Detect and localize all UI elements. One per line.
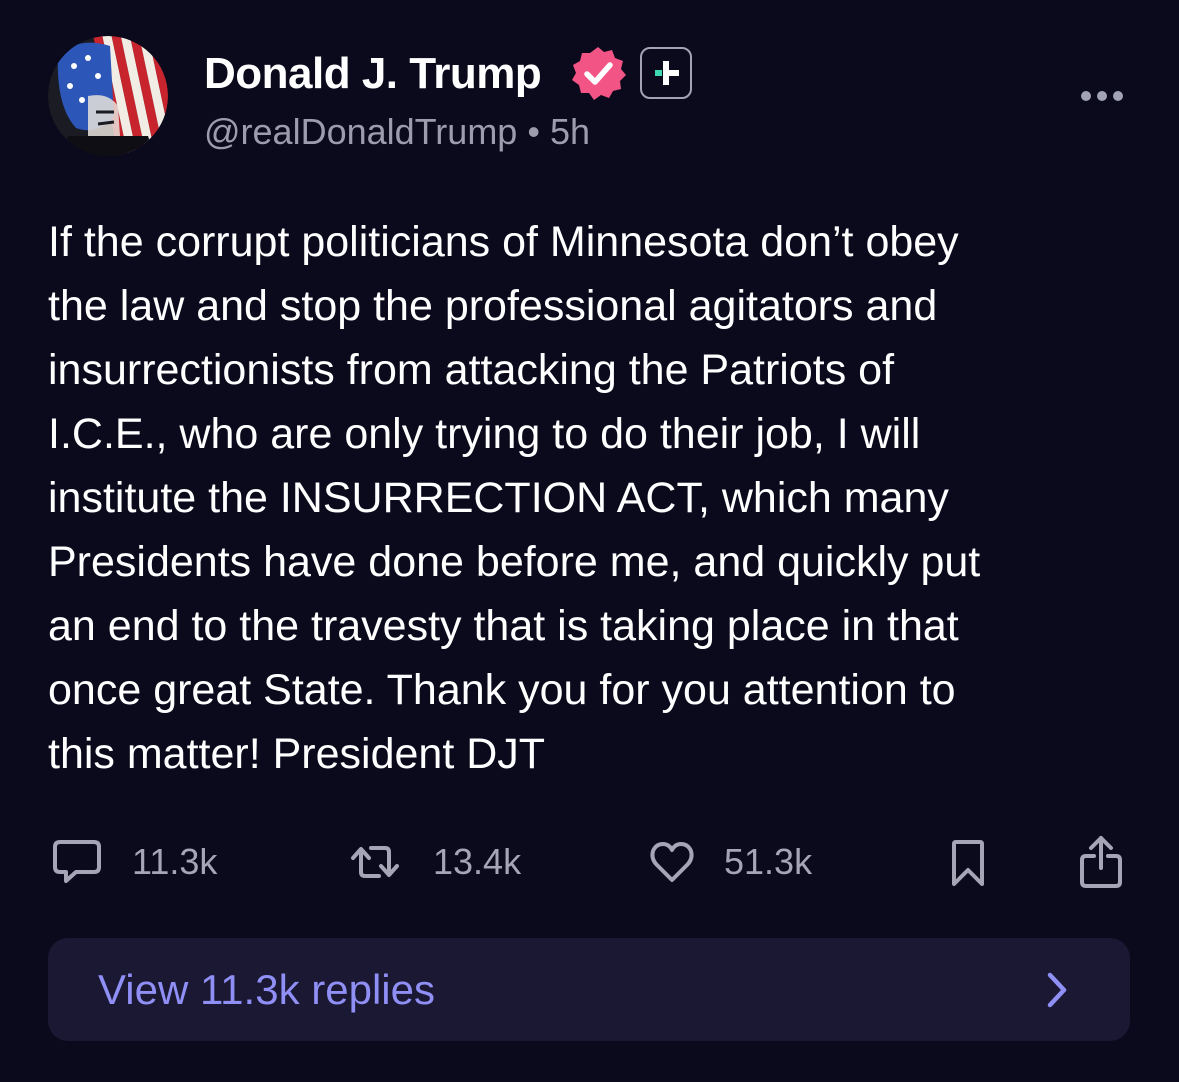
bookmark-button[interactable]: [944, 832, 992, 892]
reply-button[interactable]: 11.3k: [50, 832, 217, 892]
plus-badge-icon: [640, 47, 692, 99]
view-replies-label: View 11.3k replies: [98, 966, 435, 1013]
bookmark-icon: [952, 840, 984, 886]
reply-count: 11.3k: [132, 841, 218, 882]
more-options-button[interactable]: [1076, 84, 1128, 108]
share-button[interactable]: [1076, 832, 1126, 892]
verified-check-icon: [569, 44, 627, 102]
separator-dot: •: [527, 111, 540, 152]
share-icon: [1080, 836, 1122, 888]
repost-button[interactable]: 13.4k: [345, 832, 521, 892]
reply-icon: [53, 840, 101, 883]
repost-icon: [351, 846, 399, 878]
repost-count: 13.4k: [433, 841, 522, 882]
display-name[interactable]: Donald J. Trump: [204, 48, 542, 100]
like-count: 51.3k: [724, 841, 813, 882]
avatar[interactable]: [48, 36, 168, 156]
ellipsis-icon: [1081, 91, 1123, 101]
handle-row: @realDonaldTrump • 5h: [204, 110, 590, 154]
like-button[interactable]: 51.3k: [648, 832, 812, 892]
user-handle[interactable]: @realDonaldTrump: [204, 111, 517, 152]
post-text: If the corrupt politicians of Minnesota …: [48, 218, 981, 778]
view-replies-button[interactable]: View 11.3k replies: [48, 938, 1130, 1041]
chevron-right-icon: [1047, 972, 1067, 1008]
post-timestamp[interactable]: 5h: [550, 111, 590, 152]
heart-icon: [650, 842, 694, 882]
